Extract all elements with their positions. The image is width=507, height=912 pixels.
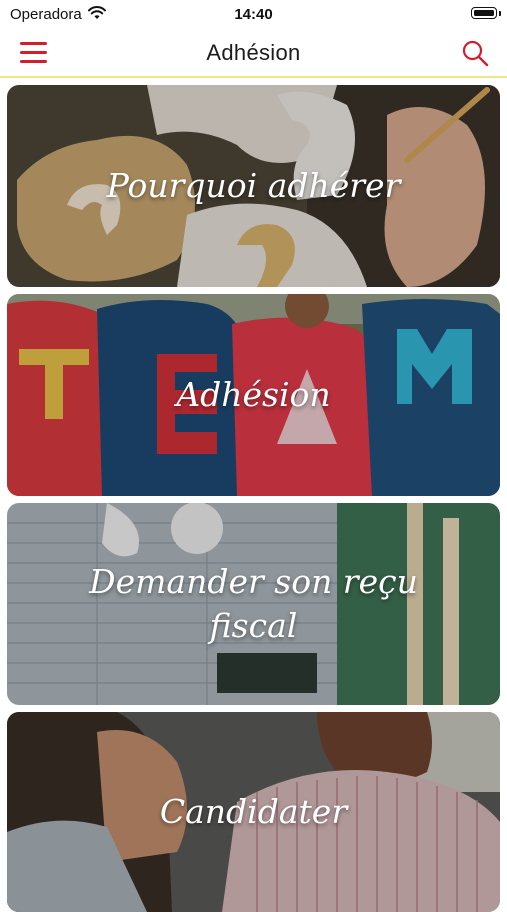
card-candidater[interactable]: Candidater — [7, 712, 500, 912]
battery-icon — [471, 7, 497, 19]
clock: 14:40 — [234, 6, 273, 23]
card-adhesion[interactable]: Adhésion — [7, 294, 500, 496]
card-pourquoi-adherer[interactable]: Pourquoi adhérer — [7, 85, 500, 287]
card-recu-fiscal[interactable]: Demander son reçu fiscal — [7, 503, 500, 705]
card-label: Candidater — [159, 792, 348, 831]
card-label: Demander son reçu fiscal — [89, 562, 418, 645]
nav-bar: Adhésion — [0, 28, 507, 78]
page-title: Adhésion — [206, 40, 301, 65]
battery-tip — [499, 11, 501, 16]
status-bar: Operadora 14:40 — [0, 0, 507, 28]
card-label: Pourquoi adhérer — [106, 166, 401, 205]
search-icon[interactable] — [461, 39, 489, 67]
card-label: Adhésion — [176, 375, 331, 414]
